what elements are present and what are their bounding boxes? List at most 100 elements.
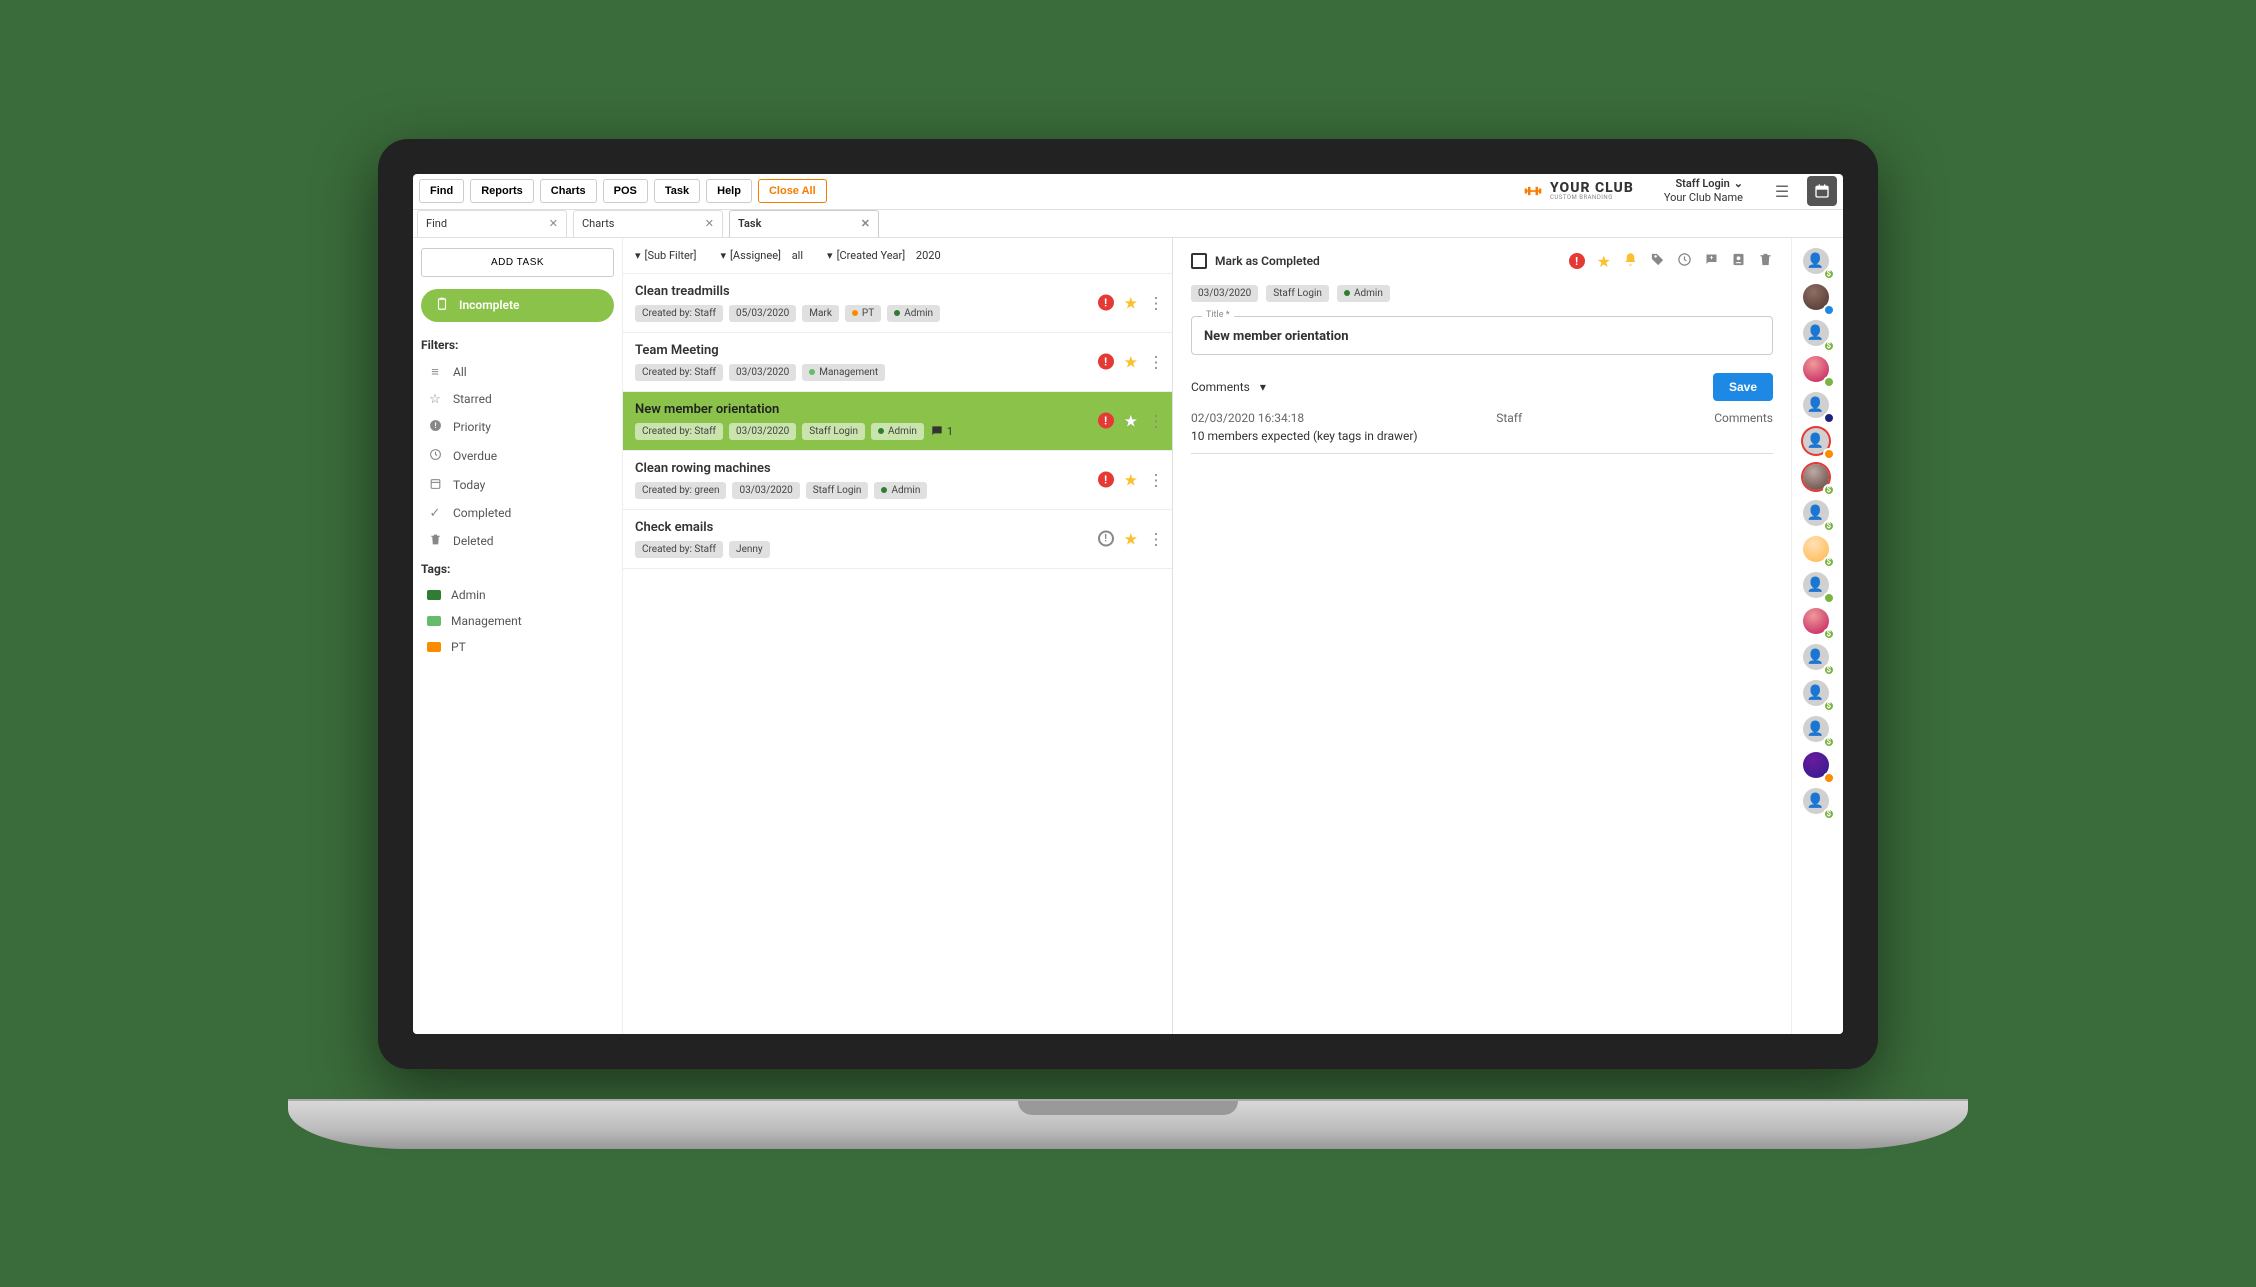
trash-icon[interactable] (1758, 252, 1773, 271)
nav-task[interactable]: Task (654, 179, 700, 203)
alert-icon[interactable]: ! (1098, 354, 1114, 370)
member-avatar[interactable]: 👤 (1803, 320, 1833, 350)
alert-icon[interactable]: ! (1098, 295, 1114, 311)
mark-complete-toggle[interactable]: Mark as Completed (1191, 253, 1320, 269)
filter-today[interactable]: Today (421, 471, 614, 500)
contact-icon[interactable] (1731, 252, 1746, 271)
member-avatar[interactable]: 👤 (1803, 500, 1833, 530)
calendar-icon[interactable] (1807, 176, 1837, 206)
filter-all[interactable]: ≡All (421, 358, 614, 386)
member-avatar[interactable]: 👤 (1803, 716, 1833, 746)
filter-starred[interactable]: ☆Starred (421, 386, 614, 413)
filter-deleted[interactable]: Deleted (421, 527, 614, 556)
check-icon: ✓ (427, 506, 443, 521)
member-avatar[interactable] (1803, 536, 1833, 566)
calendar-icon (427, 477, 443, 494)
add-task-button[interactable]: ADD TASK (421, 248, 614, 277)
member-avatar[interactable]: 👤 (1803, 392, 1833, 422)
nav-charts[interactable]: Charts (540, 179, 597, 203)
alert-icon[interactable]: ! (1098, 472, 1114, 488)
detail-tag-chip: Admin (1337, 285, 1390, 302)
more-icon[interactable]: ⋮ (1148, 293, 1164, 312)
nav-pos[interactable]: POS (603, 179, 648, 203)
year-dropdown[interactable]: ▾[Created Year] 2020 (827, 249, 941, 262)
task-title: Clean treadmills (635, 284, 1160, 299)
tag-admin[interactable]: Admin (421, 582, 614, 608)
tab-task[interactable]: Task ✕ (729, 210, 879, 237)
task-row[interactable]: Clean treadmills Created by: Staff 05/03… (623, 274, 1172, 333)
member-avatar[interactable] (1803, 752, 1833, 782)
member-avatar[interactable] (1803, 356, 1833, 386)
assignee-chip: Mark (802, 305, 839, 322)
comments-dropdown[interactable]: Comments ▾ (1191, 380, 1266, 394)
sidebar-active-incomplete[interactable]: Incomplete (421, 289, 614, 322)
status-dot-icon (1823, 556, 1835, 568)
date-chip: 03/03/2020 (732, 482, 799, 499)
alert-icon[interactable]: ! (1569, 253, 1585, 269)
tag-icon[interactable] (1650, 252, 1665, 271)
star-icon[interactable]: ★ (1124, 293, 1138, 312)
add-comment-icon[interactable]: + (1704, 252, 1719, 271)
member-avatar[interactable] (1803, 464, 1833, 494)
more-icon[interactable]: ⋮ (1148, 470, 1164, 489)
member-avatar[interactable]: 👤 (1803, 572, 1833, 602)
star-icon[interactable]: ★ (1124, 352, 1138, 371)
assignee-dropdown[interactable]: ▾[Assignee] all (720, 249, 803, 262)
filter-completed[interactable]: ✓Completed (421, 500, 614, 527)
save-button[interactable]: Save (1713, 373, 1773, 401)
task-row[interactable]: Team Meeting Created by: Staff 03/03/202… (623, 333, 1172, 392)
clock-icon (427, 448, 443, 465)
more-icon[interactable]: ⋮ (1148, 529, 1164, 548)
star-icon[interactable]: ★ (1124, 411, 1138, 430)
close-icon[interactable]: ✕ (549, 217, 558, 230)
date-chip: 05/03/2020 (729, 305, 796, 322)
list-icon[interactable]: ☰ (1767, 176, 1797, 206)
nav-close-all[interactable]: Close All (758, 179, 827, 203)
filter-priority[interactable]: !Priority (421, 413, 614, 442)
document-tabs: Find ✕ Charts ✕ Task ✕ (413, 210, 1843, 238)
status-dot-icon (1823, 484, 1835, 496)
tag-color-icon (427, 616, 441, 626)
nav-help[interactable]: Help (706, 179, 752, 203)
more-icon[interactable]: ⋮ (1148, 411, 1164, 430)
star-icon[interactable]: ★ (1124, 529, 1138, 548)
member-avatar[interactable]: 👤 (1803, 248, 1833, 278)
status-dot-icon (1823, 448, 1835, 460)
task-row-selected[interactable]: New member orientation Created by: Staff… (623, 392, 1172, 451)
clock-icon[interactable] (1677, 252, 1692, 271)
title-field[interactable]: Title * New member orientation (1191, 316, 1773, 355)
tag-color-icon (427, 590, 441, 600)
member-avatar[interactable] (1803, 608, 1833, 638)
user-block[interactable]: Staff Login⌄ Your Club Name (1664, 177, 1743, 206)
alert-icon[interactable]: ! (1098, 413, 1114, 429)
nav-reports[interactable]: Reports (470, 179, 534, 203)
member-avatar[interactable]: 👤 (1803, 428, 1833, 458)
task-row[interactable]: Check emails Created by: Staff Jenny ! ★… (623, 510, 1172, 569)
nav-find[interactable]: Find (419, 179, 464, 203)
svg-text:!: ! (434, 421, 436, 430)
member-avatar[interactable] (1803, 284, 1833, 314)
member-avatar[interactable]: 👤 (1803, 788, 1833, 818)
sub-filter-dropdown[interactable]: ▾[Sub Filter] (635, 249, 696, 262)
star-icon[interactable]: ★ (1124, 470, 1138, 489)
alert-icon[interactable]: ! (1098, 531, 1114, 547)
status-dot-icon (1823, 304, 1835, 316)
mark-complete-label: Mark as Completed (1215, 254, 1320, 268)
tab-find[interactable]: Find ✕ (417, 210, 567, 237)
tag-color-icon (427, 642, 441, 652)
close-icon[interactable]: ✕ (705, 217, 714, 230)
clipboard-icon (435, 297, 449, 314)
member-avatar[interactable]: 👤 (1803, 644, 1833, 674)
member-avatar[interactable]: 👤 (1803, 680, 1833, 710)
filter-overdue[interactable]: Overdue (421, 442, 614, 471)
tag-pt[interactable]: PT (421, 634, 614, 660)
more-icon[interactable]: ⋮ (1148, 352, 1164, 371)
status-dot-icon (1823, 628, 1835, 640)
tab-charts[interactable]: Charts ✕ (573, 210, 723, 237)
tag-chip: Admin (887, 305, 940, 322)
tag-management[interactable]: Management (421, 608, 614, 634)
bell-icon[interactable] (1623, 252, 1638, 271)
task-row[interactable]: Clean rowing machines Created by: green … (623, 451, 1172, 510)
star-icon[interactable]: ★ (1597, 252, 1611, 271)
close-icon[interactable]: ✕ (861, 217, 870, 230)
